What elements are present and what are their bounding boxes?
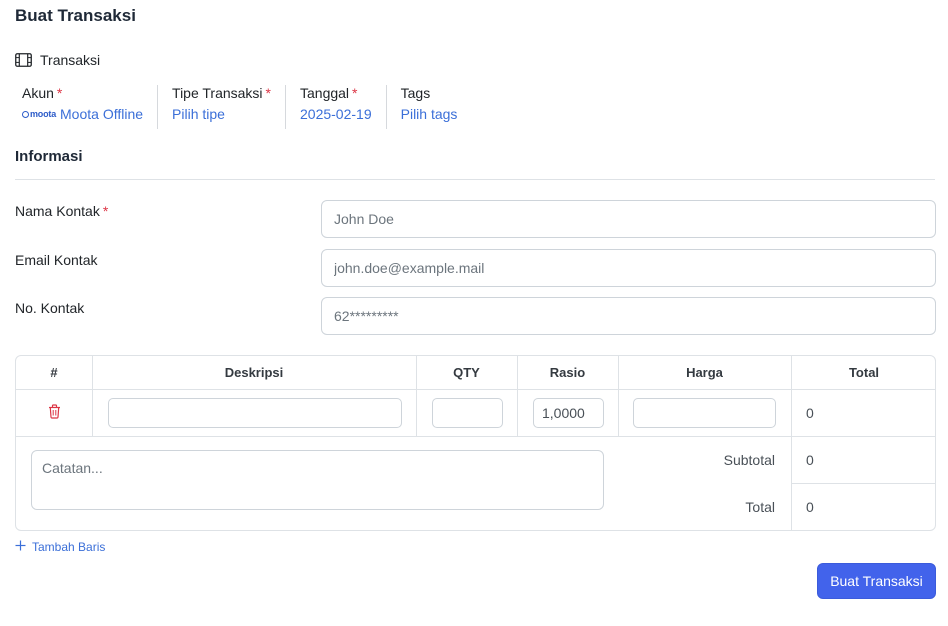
qty-input[interactable] (432, 398, 503, 428)
divider (791, 483, 935, 484)
contact-email-label: Email Kontak (15, 252, 98, 268)
contact-name-input[interactable] (321, 200, 936, 238)
transaction-meta: Akun * moota Moota Offline Tipe Transaksi… (22, 85, 485, 129)
divider (791, 356, 792, 530)
date-picker[interactable]: 2025-02-19 (300, 106, 372, 122)
header-price: Harga (618, 356, 791, 390)
tags-select[interactable]: Pilih tags (401, 106, 458, 122)
header-description: Deskripsi (92, 356, 416, 390)
delete-row-icon[interactable] (48, 404, 61, 422)
add-row-label: Tambah Baris (32, 540, 106, 554)
required-marker: * (265, 85, 271, 101)
required-marker: * (102, 203, 109, 219)
subtotal-value: 0 (806, 452, 814, 468)
tags-label: Tags (400, 85, 431, 101)
divider (517, 356, 518, 436)
subtotal-label: Subtotal (723, 452, 775, 468)
meta-account: Akun * moota Moota Offline (22, 85, 159, 129)
plus-icon (15, 540, 26, 554)
meta-date: Tanggal * 2025-02-19 (300, 85, 387, 129)
section-label: Transaksi (40, 52, 101, 68)
date-label: Tanggal (300, 85, 350, 101)
meta-type: Tipe Transaksi * Pilih tipe (172, 85, 286, 129)
account-select[interactable]: moota Moota Offline (22, 106, 143, 122)
required-marker: * (352, 85, 358, 101)
contact-phone-input[interactable] (321, 297, 936, 335)
film-icon (15, 53, 32, 67)
total-label: Total (745, 499, 775, 515)
meta-tags: Tags Pilih tags (401, 85, 472, 129)
type-select[interactable]: Pilih tipe (172, 106, 271, 122)
items-table: # Deskripsi QTY Rasio Harga Total 0 Subt… (15, 355, 936, 531)
ratio-input[interactable] (533, 398, 604, 428)
required-marker: * (56, 85, 63, 101)
notes-textarea[interactable] (31, 450, 604, 510)
divider (416, 356, 417, 436)
contact-phone-label: No. Kontak (15, 300, 85, 316)
divider (15, 179, 935, 180)
row-total-value: 0 (806, 405, 814, 421)
contact-name-label: Nama Kontak * (15, 203, 109, 219)
description-input[interactable] (108, 398, 402, 428)
header-ratio: Rasio (517, 356, 618, 390)
page-title: Buat Transaksi (15, 6, 136, 25)
create-transaction-button[interactable]: Buat Transaksi (817, 563, 936, 599)
price-input[interactable] (633, 398, 776, 428)
add-row-button[interactable]: Tambah Baris (15, 540, 105, 554)
total-value: 0 (806, 499, 814, 515)
divider (92, 356, 93, 436)
account-label: Akun (22, 85, 54, 101)
divider (16, 436, 935, 437)
header-qty: QTY (416, 356, 517, 390)
info-section-title: Informasi (15, 148, 83, 165)
moota-logo: moota (22, 109, 56, 119)
type-label: Tipe Transaksi (172, 85, 263, 101)
section-header: Transaksi (15, 52, 100, 68)
contact-email-input[interactable] (321, 249, 936, 287)
header-number: # (16, 356, 92, 390)
header-total: Total (791, 356, 935, 390)
account-value: Moota Offline (60, 106, 144, 122)
divider (618, 356, 619, 436)
